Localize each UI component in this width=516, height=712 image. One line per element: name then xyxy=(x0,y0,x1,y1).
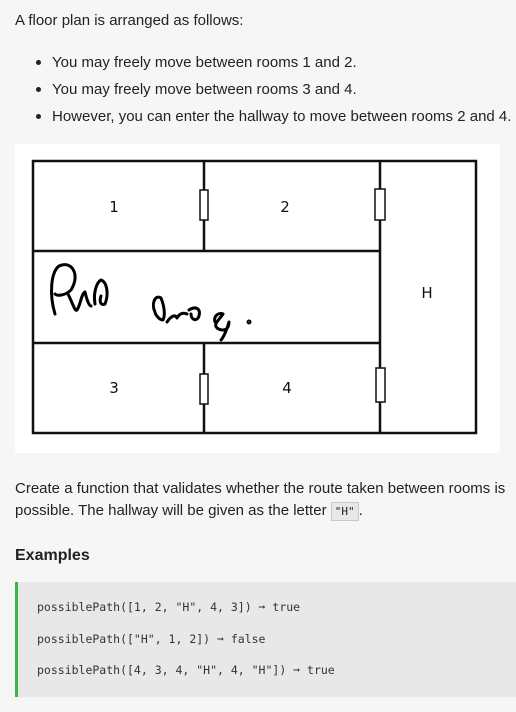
floor-plan-diagram: 1 2 3 4 H xyxy=(31,159,478,435)
handwritten-scribble xyxy=(50,263,252,342)
rule-item: You may freely move between rooms 3 and … xyxy=(15,76,511,103)
hallway-label: H xyxy=(421,284,432,302)
door-2-hallway-icon xyxy=(374,188,386,221)
description-text-end: . xyxy=(358,502,363,519)
door-1-2-icon xyxy=(199,189,209,221)
room-3-label: 3 xyxy=(109,379,119,397)
description-text: Create a function that validates whether… xyxy=(15,478,516,523)
room-1-label: 1 xyxy=(109,198,119,216)
examples-code-block: possiblePath([1, 2, "H", 4, 3]) ➞ true p… xyxy=(15,582,516,697)
intro-text: A floor plan is arranged as follows: xyxy=(15,12,244,29)
door-4-hallway-icon xyxy=(375,367,386,403)
description-text-main: Create a function that validates whether… xyxy=(15,480,506,519)
floor-plan-image: 1 2 3 4 H xyxy=(15,144,500,453)
door-3-4-icon xyxy=(199,373,209,405)
rules-list: You may freely move between rooms 1 and … xyxy=(15,49,511,130)
inline-code-hallway: "H" xyxy=(330,502,359,521)
example-line: possiblePath([4, 3, 4, "H", 4, "H"]) ➞ t… xyxy=(37,663,335,677)
room-2-label: 2 xyxy=(280,198,290,216)
example-line: possiblePath([1, 2, "H", 4, 3]) ➞ true xyxy=(37,600,301,614)
rule-item: You may freely move between rooms 1 and … xyxy=(15,49,511,76)
rule-item: However, you can enter the hallway to mo… xyxy=(15,103,511,130)
room-4-label: 4 xyxy=(282,379,292,397)
examples-heading: Examples xyxy=(15,547,90,564)
example-line: possiblePath(["H", 1, 2]) ➞ false xyxy=(37,631,266,646)
